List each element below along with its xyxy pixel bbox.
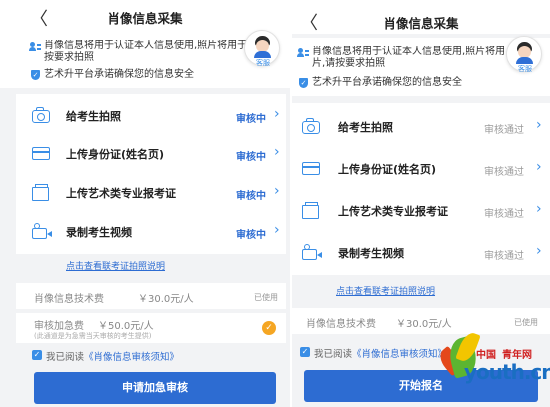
shield-check-icon: ✓ [299, 78, 308, 88]
agree-checkbox[interactable]: ✓ [32, 350, 42, 360]
nav-bar: 〈 肖像信息采集 [0, 0, 290, 34]
fee-value: ￥30.0元/人 [138, 294, 194, 305]
id-card-icon [32, 147, 50, 160]
nav-bar: 〈 肖像信息采集 [292, 0, 550, 34]
fee-status: 已使用 [514, 318, 538, 327]
task-label: 给考生拍照 [66, 110, 121, 123]
customer-service-label[interactable]: 客服 [256, 58, 270, 68]
watermark-domain: youth.cn [464, 360, 550, 384]
status-badge: 审核中 [236, 191, 266, 202]
task-label: 上传身份证(姓名页) [338, 163, 437, 176]
id-card-icon [302, 162, 320, 175]
task-label: 录制考生视频 [66, 226, 132, 239]
status-badge: 审核通过 [484, 167, 524, 178]
task-label: 上传身份证(姓名页) [66, 148, 165, 161]
security-promise-text: 艺术升平台承诺确保您的信息安全 [312, 77, 462, 88]
chevron-right-icon: › [536, 201, 542, 217]
apply-express-review-button[interactable]: 申请加急审核 [34, 372, 276, 404]
customer-service-label[interactable]: 客服 [518, 64, 532, 74]
watermark-brand: 青年网 [502, 350, 532, 361]
checkmark-circle-icon[interactable]: ✓ [262, 321, 276, 335]
agreement-link[interactable]: 《肖像信息审核须知》 [352, 349, 447, 360]
chevron-right-icon: › [536, 159, 542, 175]
video-icon [32, 223, 52, 239]
task-row-id-card[interactable]: 上传身份证(姓名页) 审核中 › [16, 134, 286, 172]
fee-row: 肖像信息技术费 ￥30.0元/人 已使用 [16, 283, 286, 309]
express-fee-row[interactable]: 审核加急费 ￥50.0元/人 (此通道是为急需当天审核的考生提供) ✓ [16, 313, 286, 343]
user-info-icon [297, 48, 309, 58]
camera-icon [302, 118, 320, 134]
agree-checkbox[interactable]: ✓ [300, 347, 310, 357]
user-info-icon [29, 42, 41, 52]
task-label: 上传艺术类专业报考证 [338, 205, 448, 218]
page-title: 肖像信息采集 [107, 11, 183, 26]
upload-task-list: 给考生拍照 审核通过 › 上传身份证(姓名页) 审核通过 › 上传艺术类专业报考… [292, 103, 550, 275]
fee-label: 肖像信息技术费 [306, 319, 376, 330]
chevron-right-icon: › [274, 106, 280, 122]
chevron-right-icon: › [274, 183, 280, 199]
notice-text-line1: 肖像信息将用于认证本人信息使用,照片将用于准 [44, 40, 248, 51]
task-row-video[interactable]: 录制考生视频 审核中 › [16, 212, 286, 250]
notice-text-line2: 按要求拍照 [44, 52, 94, 63]
security-promise-text: 艺术升平台承诺确保您的信息安全 [44, 69, 194, 80]
shield-check-icon: ✓ [31, 70, 40, 80]
fee-value: ￥30.0元/人 [396, 319, 452, 330]
chevron-right-icon: › [274, 144, 280, 160]
certificate-icon [32, 184, 49, 201]
page-title: 肖像信息采集 [383, 16, 459, 31]
watermark-cn: 中国 [476, 350, 496, 361]
photo-instructions-link[interactable]: 点击查看联考证拍照说明 [66, 259, 165, 272]
youth-cn-watermark: 中国 青年网 youth.cn [435, 330, 550, 407]
certificate-icon [302, 202, 319, 219]
fee-row: 肖像信息技术费 ￥30.0元/人 已使用 [292, 308, 550, 334]
express-fee-note: (此通道是为急需当天审核的考生提供) [34, 332, 152, 340]
task-label: 录制考生视频 [338, 247, 404, 260]
task-row-id-card[interactable]: 上传身份证(姓名页) 审核通过 › [292, 149, 550, 187]
task-row-photo[interactable]: 给考生拍照 审核中 › [16, 96, 286, 134]
status-badge: 审核通过 [484, 125, 524, 136]
status-badge: 审核通过 [484, 251, 524, 262]
fee-label: 肖像信息技术费 [34, 294, 104, 305]
notice-text-line2: 片,请按要求拍照 [312, 58, 386, 69]
left-screen: 〈 肖像信息采集 肖像信息将用于认证本人信息使用,照片将用于准 按要求拍照 ✓ … [0, 0, 290, 407]
status-badge: 审核中 [236, 152, 266, 163]
chevron-right-icon: › [536, 243, 542, 259]
agreement-prefix: 我已阅读 [46, 352, 85, 363]
fee-status: 已使用 [254, 293, 278, 302]
express-fee-label: 审核加急费 [34, 321, 84, 332]
chevron-right-icon: › [274, 222, 280, 238]
agreement-text: 我已阅读《肖像信息审核须知》 [46, 349, 179, 363]
express-fee-value: ￥50.0元/人 [98, 321, 154, 332]
status-badge: 审核中 [236, 230, 266, 241]
agreement-link[interactable]: 《肖像信息审核须知》 [84, 352, 179, 363]
photo-instructions-link[interactable]: 点击查看联考证拍照说明 [336, 284, 435, 297]
camera-icon [32, 107, 50, 123]
agreement-text: 我已阅读《肖像信息审核须知》 [314, 346, 447, 360]
task-label: 给考生拍照 [338, 121, 393, 134]
status-badge: 审核通过 [484, 209, 524, 220]
notice-text-line1: 肖像信息将用于认证本人信息使用,照片将用 [312, 46, 506, 57]
task-label: 上传艺术类专业报考证 [66, 187, 176, 200]
task-row-certificate[interactable]: 上传艺术类专业报考证 审核中 › [16, 173, 286, 211]
task-row-certificate[interactable]: 上传艺术类专业报考证 审核通过 › [292, 191, 550, 229]
video-icon [302, 244, 322, 260]
upload-task-list: 给考生拍照 审核中 › 上传身份证(姓名页) 审核中 › 上传艺术类专业报考证 … [16, 94, 286, 254]
agreement-prefix: 我已阅读 [314, 349, 353, 360]
task-row-photo[interactable]: 给考生拍照 审核通过 › [292, 107, 550, 145]
chevron-right-icon: › [536, 117, 542, 133]
status-badge: 审核中 [236, 114, 266, 125]
task-row-video[interactable]: 录制考生视频 审核通过 › [292, 233, 550, 271]
